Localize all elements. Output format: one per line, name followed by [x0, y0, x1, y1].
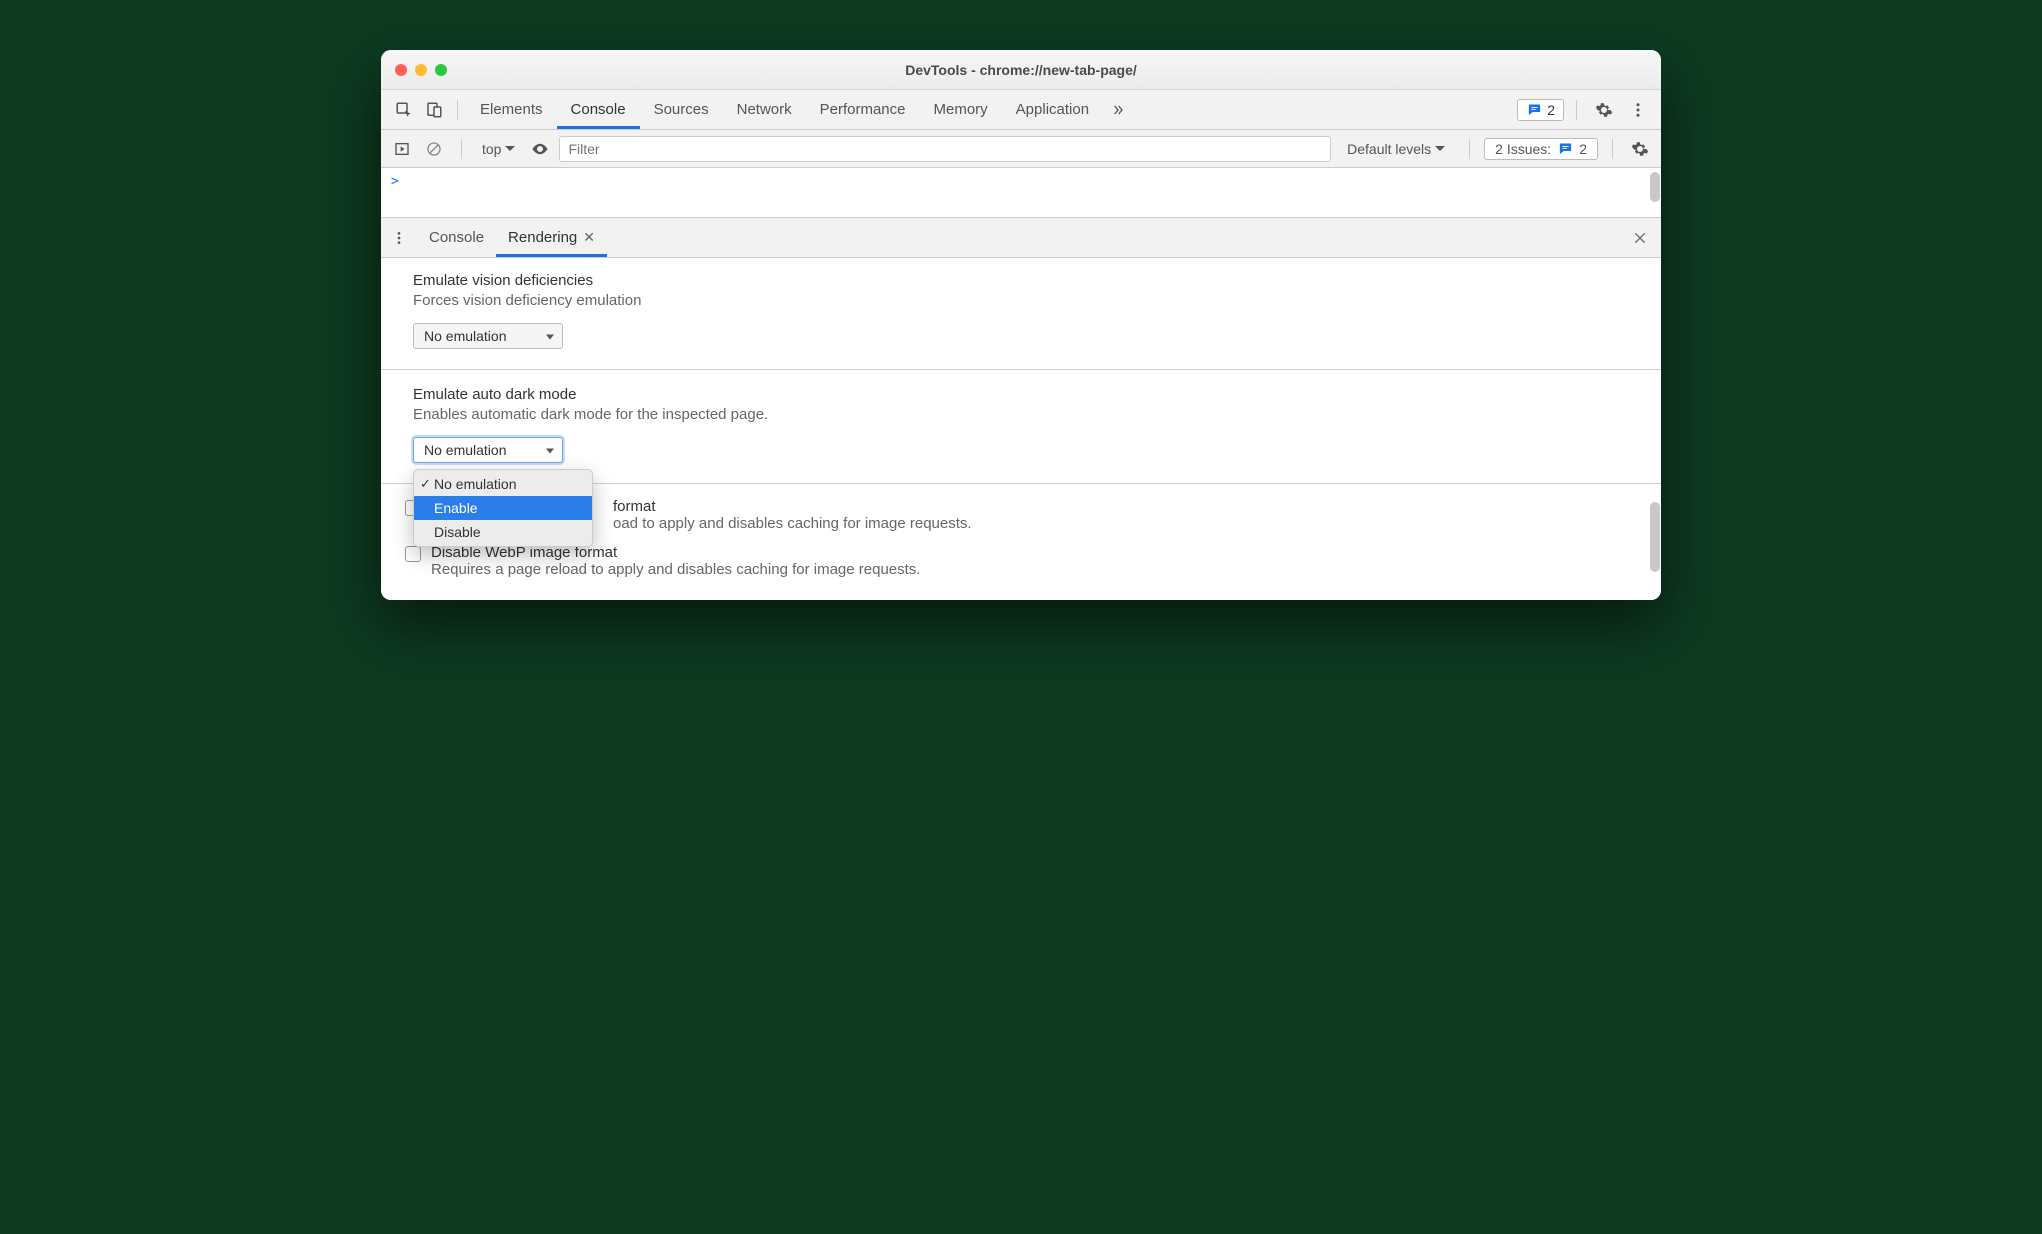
separator	[461, 139, 462, 159]
comment-icon	[1526, 102, 1542, 118]
vision-deficiency-section: Emulate vision deficiencies Forces visio…	[381, 258, 1661, 370]
auto-dark-mode-dropdown: ✓ No emulation Enable Disable	[413, 469, 593, 547]
drawer-tab-strip: Console Rendering ✕	[381, 218, 1661, 258]
close-drawer-icon[interactable]	[1625, 223, 1655, 253]
kebab-menu-icon[interactable]	[1624, 96, 1652, 124]
clear-console-icon[interactable]	[421, 136, 447, 162]
section-description: Enables automatic dark mode for the insp…	[413, 406, 1629, 423]
scrollbar-thumb[interactable]	[1650, 172, 1660, 202]
live-expression-icon[interactable]	[527, 136, 553, 162]
close-icon[interactable]: ✕	[583, 229, 595, 246]
check-icon: ✓	[420, 476, 434, 492]
tab-console[interactable]: Console	[557, 90, 640, 129]
disable-webp-checkbox[interactable]	[405, 546, 421, 562]
section-title: Emulate vision deficiencies	[413, 272, 1629, 289]
auto-dark-mode-select[interactable]: No emulation	[413, 437, 563, 463]
issues-label: 2 Issues:	[1495, 141, 1551, 157]
console-toolbar: top Default levels 2 Issues: 2	[381, 130, 1661, 168]
scrollbar-thumb[interactable]	[1650, 502, 1660, 572]
tab-application[interactable]: Application	[1002, 90, 1103, 129]
issues-badge[interactable]: 2	[1517, 99, 1564, 121]
settings-icon[interactable]	[1590, 96, 1618, 124]
vision-deficiency-select[interactable]: No emulation	[413, 323, 563, 349]
window-title: DevTools - chrome://new-tab-page/	[381, 62, 1661, 78]
maximize-window-button[interactable]	[435, 64, 447, 76]
separator	[1469, 139, 1470, 159]
tab-sources[interactable]: Sources	[640, 90, 723, 129]
separator	[457, 100, 458, 120]
log-levels-selector[interactable]: Default levels	[1337, 141, 1455, 157]
webp-desc: Requires a page reload to apply and disa…	[431, 561, 920, 578]
devtools-window: DevTools - chrome://new-tab-page/ Elemen…	[381, 50, 1661, 600]
toggle-sidebar-icon[interactable]	[389, 136, 415, 162]
rendering-panel: Emulate vision deficiencies Forces visio…	[381, 258, 1661, 600]
console-settings-icon[interactable]	[1627, 136, 1653, 162]
tab-elements[interactable]: Elements	[466, 90, 557, 129]
main-tab-strip: Elements Console Sources Network Perform…	[381, 90, 1661, 130]
inspect-element-icon[interactable]	[390, 96, 418, 124]
tab-performance[interactable]: Performance	[806, 90, 920, 129]
more-tabs-icon[interactable]	[1104, 96, 1132, 124]
drawer-menu-icon[interactable]	[387, 223, 411, 253]
section-description: Forces vision deficiency emulation	[413, 292, 1629, 309]
separator	[1576, 100, 1577, 120]
tab-memory[interactable]: Memory	[920, 90, 1002, 129]
separator	[1612, 139, 1613, 159]
filter-input[interactable]	[559, 136, 1331, 162]
issues-link-count: 2	[1579, 141, 1587, 157]
console-body[interactable]: >	[381, 168, 1661, 218]
console-prompt: >	[391, 174, 399, 189]
tab-network[interactable]: Network	[723, 90, 806, 129]
close-window-button[interactable]	[395, 64, 407, 76]
window-controls	[395, 64, 447, 76]
comment-icon	[1557, 141, 1573, 157]
drawer-tab-rendering[interactable]: Rendering ✕	[496, 218, 607, 257]
auto-dark-mode-section: Emulate auto dark mode Enables automatic…	[381, 370, 1661, 484]
toolbar-right: 2	[1517, 96, 1653, 124]
issues-box[interactable]: 2 Issues: 2	[1484, 138, 1598, 160]
titlebar: DevTools - chrome://new-tab-page/	[381, 50, 1661, 90]
option-enable[interactable]: Enable	[414, 496, 592, 520]
section-title: Emulate auto dark mode	[413, 386, 1629, 403]
context-selector[interactable]: top	[476, 141, 521, 157]
option-no-emulation[interactable]: ✓ No emulation	[414, 472, 592, 496]
drawer-tab-console[interactable]: Console	[417, 218, 496, 257]
option-disable[interactable]: Disable	[414, 520, 592, 544]
minimize-window-button[interactable]	[415, 64, 427, 76]
issues-count: 2	[1547, 102, 1555, 118]
device-toggle-icon[interactable]	[420, 96, 448, 124]
